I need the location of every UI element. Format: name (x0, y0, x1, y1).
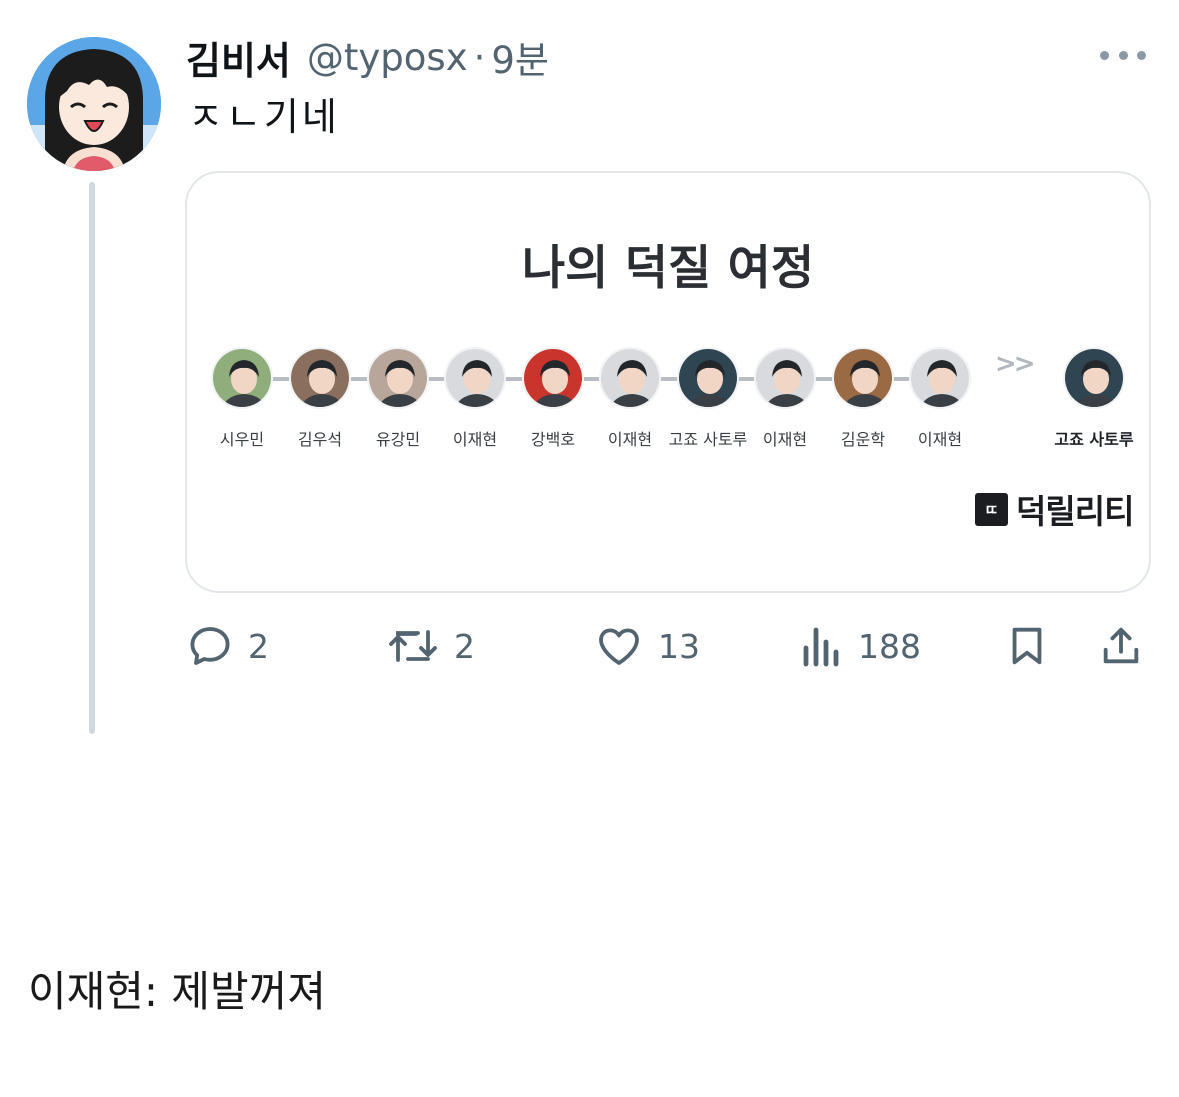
brand-logo: ㄸ 덕릴리티 (975, 485, 1134, 533)
journey-avatar (832, 347, 894, 409)
final-label: 고죠 사토루 (1054, 430, 1134, 449)
brand-name: 덕릴리티 (1016, 492, 1134, 531)
author-handle[interactable]: @typosx (307, 36, 468, 79)
tweet-header: 김비서 @typosx · 9분 (186, 30, 549, 84)
journey-label: 이재현 (917, 430, 963, 449)
journey-avatar (599, 347, 661, 409)
share-button[interactable] (1098, 618, 1144, 674)
tweet-time[interactable]: 9분 (491, 30, 549, 84)
author-name[interactable]: 김비서 (186, 30, 291, 85)
journey-avatar (444, 347, 506, 409)
views-count: 188 (858, 626, 921, 666)
retweet-icon (389, 630, 437, 662)
more-dot (1100, 50, 1109, 60)
journey-avatar (754, 347, 816, 409)
thread-line (89, 182, 95, 734)
separator-dot: · (473, 35, 486, 79)
retweet-button[interactable]: 2 (386, 618, 475, 674)
heart-icon (599, 628, 639, 665)
like-button[interactable]: 13 (594, 618, 700, 674)
views-button[interactable]: 188 (800, 618, 921, 674)
bookmark-icon (1012, 627, 1042, 665)
bookmark-button[interactable] (1004, 618, 1050, 674)
tweet-text: ㅈㄴ기네 (188, 95, 340, 139)
journey-avatar (909, 347, 971, 409)
share-icon (1103, 627, 1139, 664)
anime-girl-avatar-icon (27, 37, 161, 171)
tweet-actions: 2 2 13 188 (186, 618, 1150, 674)
reply-button[interactable]: 2 (186, 618, 269, 674)
reply-count: 2 (248, 626, 269, 666)
more-dot (1118, 50, 1128, 60)
more-dot (1137, 50, 1146, 60)
journey-avatar (289, 347, 351, 409)
retweet-count: 2 (454, 626, 475, 666)
journey-avatar (211, 347, 273, 409)
journey-arrow: >> (995, 349, 1036, 379)
card-title: 나의 덕질 여정 (521, 241, 815, 296)
caption-text: 이재현: 제발꺼져 (28, 967, 326, 1016)
like-count: 13 (658, 626, 700, 666)
final-avatar (1063, 347, 1125, 409)
reply-icon (190, 627, 230, 665)
journey-avatar (367, 347, 429, 409)
user-avatar[interactable] (27, 37, 161, 171)
more-button[interactable] (1100, 40, 1146, 70)
views-chart-icon (803, 627, 839, 667)
journey-avatar (677, 347, 739, 409)
journey-avatar (522, 347, 584, 409)
brand-mark-icon: ㄸ (975, 492, 1008, 526)
link-card[interactable]: 나의 덕질 여정 >> 시우민 김우석 유강민 이재현 강백호 이재현 고죠 사… (185, 171, 1151, 593)
